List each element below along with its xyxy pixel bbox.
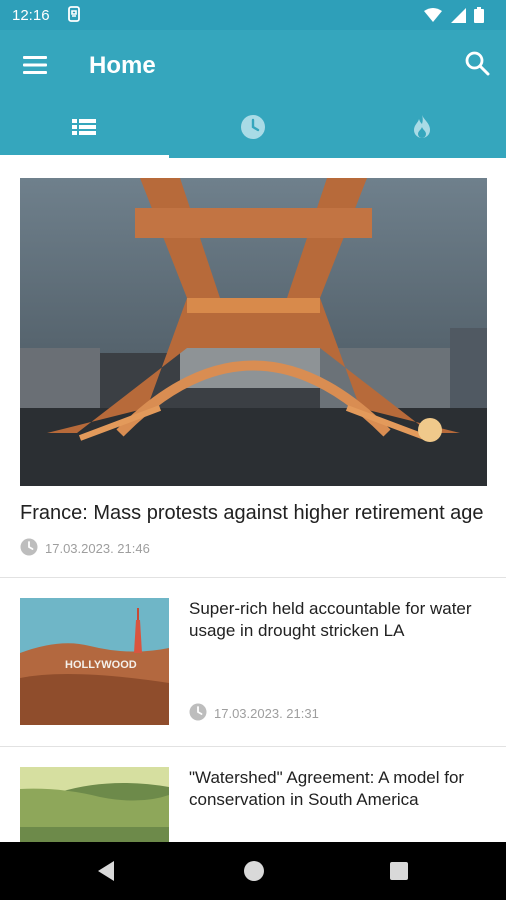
article-row[interactable]: "Watershed" Agreement: A model for conse… xyxy=(0,747,506,842)
clock-icon xyxy=(189,703,207,724)
tab-latest[interactable] xyxy=(0,100,169,158)
system-navigation-bar xyxy=(0,842,506,900)
news-feed[interactable]: France: Mass protests against higher ret… xyxy=(0,158,506,842)
wifi-icon xyxy=(424,7,442,27)
battery-icon xyxy=(474,7,484,27)
back-icon[interactable] xyxy=(96,860,116,887)
tab-popular[interactable] xyxy=(337,100,506,158)
app-bar: Home xyxy=(0,30,506,100)
svg-text:HOLLYWOOD: HOLLYWOOD xyxy=(65,659,137,671)
article-date: 17.03.2023. 21:46 xyxy=(45,541,150,556)
article-meta: 17.03.2023. 21:46 xyxy=(20,538,486,559)
tab-bar xyxy=(0,100,506,158)
search-icon[interactable] xyxy=(464,50,490,76)
recent-apps-icon[interactable] xyxy=(390,862,408,880)
article-date: 17.03.2023. 21:31 xyxy=(214,706,319,721)
page-title: Home xyxy=(89,52,156,79)
home-icon[interactable] xyxy=(244,861,264,881)
article-meta: 17.03.2023. 21:31 xyxy=(189,703,486,724)
signal-icon xyxy=(450,7,466,27)
menu-icon[interactable] xyxy=(22,52,48,78)
article-title[interactable]: Super-rich held accountable for water us… xyxy=(189,598,486,642)
tab-recent[interactable] xyxy=(169,100,338,158)
status-time: 12:16 xyxy=(12,7,50,24)
article-title[interactable]: "Watershed" Agreement: A model for conse… xyxy=(189,767,486,811)
article-thumbnail[interactable] xyxy=(20,767,169,842)
clock-icon xyxy=(240,114,266,145)
featured-article[interactable]: France: Mass protests against higher ret… xyxy=(0,158,506,578)
clock-icon xyxy=(20,538,38,559)
article-row[interactable]: HOLLYWOOD Super-rich held accountable fo… xyxy=(0,578,506,747)
article-thumbnail[interactable]: HOLLYWOOD xyxy=(20,598,169,725)
status-bar: 12:16 xyxy=(0,0,506,30)
flame-icon xyxy=(412,114,432,145)
list-icon xyxy=(72,117,97,142)
article-title[interactable]: France: Mass protests against higher ret… xyxy=(20,500,486,526)
article-image[interactable] xyxy=(20,178,487,486)
sim-card-icon xyxy=(67,6,81,26)
